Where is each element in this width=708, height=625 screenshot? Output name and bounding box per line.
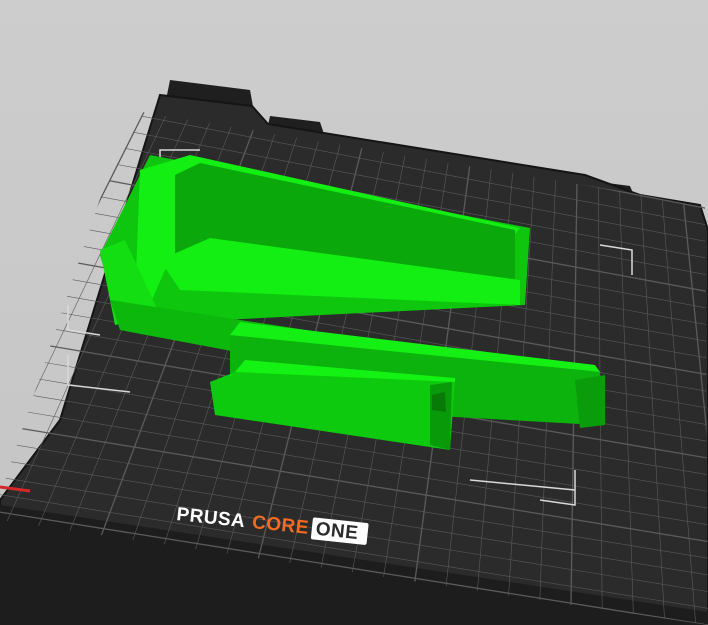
3d-viewport[interactable]: PRUSA CORE ONE (0, 0, 708, 625)
logo-one: ONE (315, 519, 360, 544)
print-bed-scene[interactable]: PRUSA CORE ONE (0, 0, 708, 625)
